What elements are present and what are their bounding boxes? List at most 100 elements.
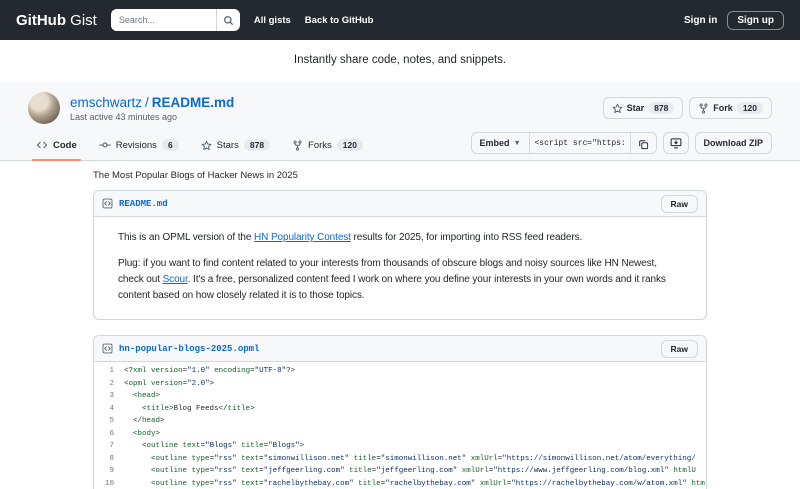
readme-markdown-body: This is an OPML version of the HN Popula… xyxy=(94,217,706,319)
code-line: 10 <outline type="rss" text="rachelbythe… xyxy=(94,478,706,489)
desktop-download-icon[interactable] xyxy=(663,132,689,154)
code-line: 2<opml version="2.0"> xyxy=(94,378,706,391)
code-line-content: </head> xyxy=(124,415,706,428)
line-number[interactable]: 1 xyxy=(94,365,124,378)
embed-url-input[interactable] xyxy=(530,133,630,153)
star-button[interactable]: Star 878 xyxy=(603,97,684,119)
tab-revisions[interactable]: Revisions 6 xyxy=(91,132,187,160)
code-line: 5 </head> xyxy=(94,415,706,428)
search-box xyxy=(111,9,240,31)
code-line-content: <outline text="Blogs" title="Blogs"> xyxy=(124,440,706,453)
gist-content: The Most Popular Blogs of Hacker News in… xyxy=(93,161,707,489)
code-line-content: <head> xyxy=(124,390,706,403)
star-icon xyxy=(201,140,212,151)
logo-github-text: GitHub xyxy=(16,12,66,29)
code-line-content: <outline type="rss" text="rachelbythebay… xyxy=(124,478,706,489)
readme-paragraph: This is an OPML version of the HN Popula… xyxy=(118,230,682,246)
tab-stars[interactable]: Stars 878 xyxy=(193,132,278,160)
opml-filename-link[interactable]: hn-popular-blogs-2025.opml xyxy=(119,344,259,354)
code-line: 4 <title>Blog Feeds</title> xyxy=(94,403,706,416)
line-number[interactable]: 10 xyxy=(94,478,124,489)
fork-count: 120 xyxy=(737,102,763,114)
code-line: 1<?xml version="1.0" encoding="UTF-8"?> xyxy=(94,365,706,378)
title-separator: / xyxy=(142,95,152,110)
last-active-text: Last active 43 minutes ago xyxy=(70,112,234,122)
tab-forks-count: 120 xyxy=(337,139,363,151)
nav-all-gists[interactable]: All gists xyxy=(254,15,291,26)
raw-button[interactable]: Raw xyxy=(661,340,698,358)
owner-link[interactable]: emschwartz xyxy=(70,95,142,110)
gist-header-band: emschwartz/README.md Last active 43 minu… xyxy=(0,81,800,161)
tab-code-label: Code xyxy=(53,140,77,151)
code-line-content: <title>Blog Feeds</title> xyxy=(124,403,706,416)
download-zip-button[interactable]: Download ZIP xyxy=(695,132,773,154)
sign-up-button[interactable]: Sign up xyxy=(727,11,784,30)
code-line-content: <outline type="rss" text="jeffgeerling.c… xyxy=(124,465,706,478)
gist-file-link[interactable]: README.md xyxy=(152,95,235,110)
star-icon xyxy=(612,103,623,114)
top-nav: All gists Back to GitHub xyxy=(254,15,374,26)
embed-group: Embed ▼ xyxy=(471,132,657,154)
tab-revisions-label: Revisions xyxy=(116,140,157,151)
code-line: 9 <outline type="rss" text="jeffgeerling… xyxy=(94,465,706,478)
star-count: 878 xyxy=(648,102,674,114)
code-icon xyxy=(36,139,48,151)
code-line: 7 <outline text="Blogs" title="Blogs"> xyxy=(94,440,706,453)
tab-code[interactable]: Code xyxy=(28,132,85,160)
code-viewer: 1<?xml version="1.0" encoding="UTF-8"?>2… xyxy=(94,362,706,489)
fork-button[interactable]: Fork 120 xyxy=(689,97,772,119)
code-line-content: <?xml version="1.0" encoding="UTF-8"?> xyxy=(124,365,706,378)
readme-link[interactable]: HN Popularity Contest xyxy=(254,232,351,243)
code-line: 6 <body> xyxy=(94,428,706,441)
code-square-icon xyxy=(102,343,113,354)
tab-stars-label: Stars xyxy=(217,140,239,151)
gist-title: emschwartz/README.md xyxy=(70,95,234,110)
fork-label: Fork xyxy=(713,103,733,113)
copy-icon[interactable] xyxy=(630,133,656,154)
line-number[interactable]: 2 xyxy=(94,378,124,391)
fork-icon xyxy=(698,103,709,114)
line-number[interactable]: 7 xyxy=(94,440,124,453)
star-label: Star xyxy=(627,103,645,113)
line-number[interactable]: 3 xyxy=(94,390,124,403)
line-number[interactable]: 9 xyxy=(94,465,124,478)
top-header: GitHub Gist All gists Back to GitHub Sig… xyxy=(0,0,800,40)
tab-forks[interactable]: Forks 120 xyxy=(284,132,371,160)
github-gist-logo[interactable]: GitHub Gist xyxy=(16,12,97,29)
tab-bar: Code Revisions 6 Stars 878 Fork xyxy=(0,130,800,160)
search-input[interactable] xyxy=(111,9,216,31)
embed-label: Embed xyxy=(480,138,510,148)
line-number[interactable]: 5 xyxy=(94,415,124,428)
chevron-down-icon: ▼ xyxy=(514,140,521,147)
code-square-icon xyxy=(102,198,113,209)
tab-stars-count: 878 xyxy=(244,139,270,151)
nav-back-to-github[interactable]: Back to GitHub xyxy=(305,15,374,26)
avatar[interactable] xyxy=(28,92,60,124)
code-line: 3 <head> xyxy=(94,390,706,403)
readme-link[interactable]: Scour xyxy=(163,274,188,285)
code-line-content: <body> xyxy=(124,428,706,441)
logo-gist-text: Gist xyxy=(70,12,97,29)
file-box-readme: README.md Raw This is an OPML version of… xyxy=(93,190,707,320)
code-line: 8 <outline type="rss" text="simonwilliso… xyxy=(94,453,706,466)
raw-button[interactable]: Raw xyxy=(661,195,698,213)
site-tagline: Instantly share code, notes, and snippet… xyxy=(0,40,800,81)
tab-forks-label: Forks xyxy=(308,140,332,151)
code-line-content: <opml version="2.0"> xyxy=(124,378,706,391)
fork-icon xyxy=(292,140,303,151)
line-number[interactable]: 8 xyxy=(94,453,124,466)
embed-dropdown[interactable]: Embed ▼ xyxy=(472,133,530,153)
readme-filename-link[interactable]: README.md xyxy=(119,199,168,209)
search-icon[interactable] xyxy=(216,9,240,31)
readme-paragraph: Plug: if you want to find content relate… xyxy=(118,256,682,304)
file-box-opml: hn-popular-blogs-2025.opml Raw 1<?xml ve… xyxy=(93,335,707,489)
code-line-content: <outline type="rss" text="simonwillison.… xyxy=(124,453,706,466)
tab-revisions-count: 6 xyxy=(162,139,179,151)
line-number[interactable]: 6 xyxy=(94,428,124,441)
commit-icon xyxy=(99,139,111,151)
download-zip-label: Download ZIP xyxy=(704,138,764,148)
auth-actions: Sign in Sign up xyxy=(684,11,784,30)
line-number[interactable]: 4 xyxy=(94,403,124,416)
gist-description: The Most Popular Blogs of Hacker News in… xyxy=(93,170,707,181)
sign-in-link[interactable]: Sign in xyxy=(684,15,717,26)
